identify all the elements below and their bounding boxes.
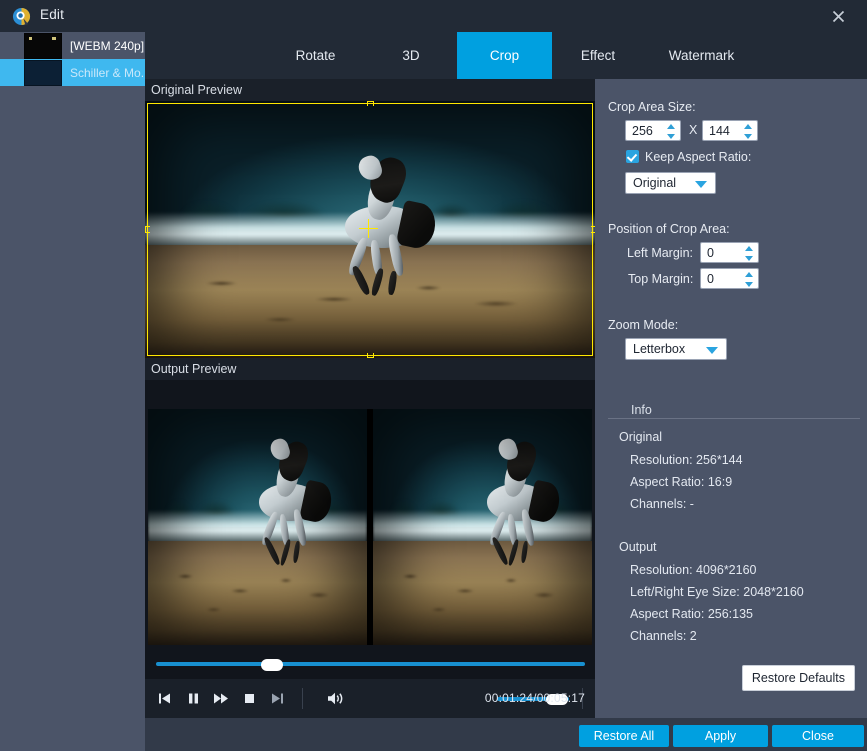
info-output-resolution: Resolution: 4096*2160: [630, 563, 757, 577]
left-margin-stepper[interactable]: [700, 242, 759, 263]
video-frame-right-eye: [373, 409, 592, 645]
divider: [302, 688, 303, 709]
original-preview-label: Original Preview: [145, 79, 595, 101]
info-original-resolution: Resolution: 256*144: [630, 453, 743, 467]
position-of-crop-area-label: Position of Crop Area:: [608, 222, 730, 236]
chevron-down-icon: [695, 181, 707, 188]
original-preview[interactable]: [145, 101, 595, 358]
output-preview-label: Output Preview: [145, 358, 601, 380]
info-group-legend: Info: [624, 403, 659, 417]
edit-dialog: Edit [WEBM 240p] .. Schiller & Mo... Rot…: [0, 0, 867, 751]
crop-height-input[interactable]: [703, 121, 741, 140]
size-x-separator: X: [689, 123, 698, 137]
skip-previous-icon[interactable]: [153, 687, 175, 709]
volume-icon[interactable]: [325, 687, 347, 709]
close-button[interactable]: Close: [772, 725, 864, 747]
info-original-title: Original: [619, 430, 663, 444]
zoom-mode-value: Letterbox: [633, 342, 686, 356]
top-margin-label: Top Margin:: [628, 272, 694, 286]
apply-button[interactable]: Apply: [673, 725, 768, 747]
info-original-aspect-ratio: Aspect Ratio: 16:9: [630, 475, 733, 489]
stepper-arrows-icon[interactable]: [745, 272, 754, 287]
zoom-mode-select[interactable]: Letterbox: [625, 338, 727, 360]
crop-handle-top[interactable]: [367, 101, 374, 108]
top-margin-stepper[interactable]: [700, 268, 759, 289]
file-name: [WEBM 240p] ..: [70, 38, 145, 53]
keep-aspect-ratio-checkbox[interactable]: [626, 150, 639, 163]
keep-aspect-ratio-label: Keep Aspect Ratio:: [645, 150, 752, 164]
restore-all-button[interactable]: Restore All: [579, 725, 669, 747]
window-title: Edit: [40, 7, 65, 22]
output-preview: [145, 380, 595, 648]
preview-column: Original Preview Output Preview 00:01:24…: [145, 79, 601, 718]
restore-defaults-button[interactable]: Restore Defaults: [741, 665, 855, 691]
video-thumbnail: [24, 32, 62, 59]
video-thumbnail: [24, 59, 62, 86]
crop-width-input[interactable]: [626, 121, 664, 140]
info-output-channels: Channels: 2: [630, 629, 697, 643]
file-list: [WEBM 240p] .. Schiller & Mo...: [0, 32, 145, 718]
video-frame-original: [145, 101, 595, 358]
info-group-border: [608, 418, 860, 419]
dialog-footer: Restore All Apply Close: [145, 718, 867, 751]
seek-slider[interactable]: [156, 659, 585, 671]
crop-area-size-label: Crop Area Size:: [608, 100, 696, 114]
close-icon[interactable]: [819, 4, 857, 28]
top-margin-input[interactable]: [701, 269, 742, 288]
stepper-arrows-icon[interactable]: [744, 124, 753, 139]
skip-next-icon[interactable]: [266, 687, 288, 709]
sidebar-footer: [0, 718, 145, 751]
aspect-ratio-select[interactable]: Original: [625, 172, 716, 194]
stop-icon[interactable]: [238, 687, 260, 709]
app-logo-icon: [12, 7, 31, 26]
tab-effect[interactable]: Effect: [552, 32, 644, 79]
zoom-mode-label: Zoom Mode:: [608, 318, 679, 332]
info-original-channels: Channels: -: [630, 497, 694, 511]
list-item[interactable]: [WEBM 240p] ..: [0, 32, 145, 59]
fast-forward-icon[interactable]: [210, 687, 232, 709]
pause-icon[interactable]: [182, 687, 204, 709]
tab-watermark[interactable]: Watermark: [644, 32, 759, 79]
crop-handle-bottom[interactable]: [367, 351, 374, 358]
aspect-ratio-value: Original: [633, 176, 677, 190]
chevron-down-icon: [706, 347, 718, 354]
crop-height-stepper[interactable]: [702, 120, 758, 141]
crop-handle-left[interactable]: [145, 226, 152, 233]
left-margin-input[interactable]: [701, 243, 742, 262]
crop-width-stepper[interactable]: [625, 120, 681, 141]
tab-3d[interactable]: 3D: [365, 32, 457, 79]
seek-handle[interactable]: [260, 659, 283, 671]
file-name: Schiller & Mo...: [70, 65, 145, 80]
title-bar: Edit: [0, 0, 867, 32]
stepper-arrows-icon[interactable]: [667, 124, 676, 139]
video-frame-left-eye: [148, 409, 367, 645]
list-item[interactable]: Schiller & Mo...: [0, 59, 145, 86]
stepper-arrows-icon[interactable]: [745, 246, 754, 261]
info-output-aspect-ratio: Aspect Ratio: 256:135: [630, 607, 753, 621]
left-margin-label: Left Margin:: [627, 246, 694, 260]
tab-bar: Rotate 3D Crop Effect Watermark: [145, 32, 867, 79]
info-output-eye-size: Left/Right Eye Size: 2048*2160: [630, 585, 804, 599]
tab-rotate[interactable]: Rotate: [266, 32, 365, 79]
tab-crop[interactable]: Crop: [457, 32, 552, 79]
info-output-title: Output: [619, 540, 657, 554]
time-display: 00:01:24/00:05:17: [484, 691, 585, 705]
player-controls: 00:01:24/00:05:17: [145, 649, 595, 718]
